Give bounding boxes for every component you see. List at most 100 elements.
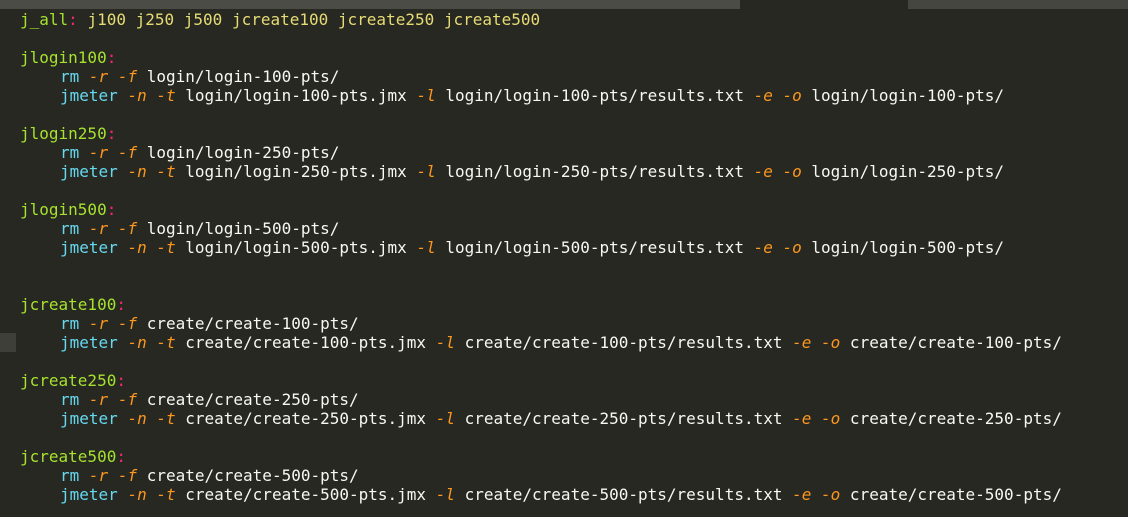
argument-token bbox=[108, 314, 118, 333]
argument-token bbox=[147, 485, 157, 504]
target-colon: : bbox=[116, 447, 126, 466]
code-line[interactable]: jlogin500: bbox=[20, 200, 1062, 219]
code-line[interactable]: jcreate100: bbox=[20, 295, 1062, 314]
code-line[interactable]: rm -r -f login/login-250-pts/ bbox=[20, 143, 1062, 162]
flag-token: -e bbox=[792, 333, 812, 352]
command-token: jmeter bbox=[60, 162, 118, 181]
code-line[interactable]: jmeter -n -t create/create-500-pts.jmx -… bbox=[20, 485, 1062, 504]
flag-token: -t bbox=[156, 86, 176, 105]
flag-token: -n bbox=[127, 409, 147, 428]
code-line[interactable]: jmeter -n -t login/login-100-pts.jmx -l … bbox=[20, 86, 1062, 105]
code-line[interactable]: jlogin250: bbox=[20, 124, 1062, 143]
argument-token: create/create-250-pts/results.txt bbox=[454, 409, 793, 428]
code-line[interactable]: rm -r -f login/login-100-pts/ bbox=[20, 67, 1062, 86]
flag-token: -n bbox=[127, 162, 147, 181]
target-colon: : bbox=[68, 10, 78, 29]
flag-token: -f bbox=[117, 143, 138, 162]
flag-token: -r bbox=[88, 466, 109, 485]
code-line[interactable]: jlogin100: bbox=[20, 48, 1062, 67]
argument-token: create/create-250-pts/ bbox=[840, 409, 1062, 428]
code-line[interactable]: rm -r -f create/create-500-pts/ bbox=[20, 466, 1062, 485]
flag-token: -r bbox=[88, 219, 109, 238]
argument-token: create/create-500-pts/ bbox=[840, 485, 1062, 504]
argument-token bbox=[108, 466, 118, 485]
flag-token: -e bbox=[792, 409, 812, 428]
argument-token bbox=[773, 162, 783, 181]
argument-token bbox=[147, 162, 157, 181]
code-line[interactable]: jmeter -n -t login/login-250-pts.jmx -l … bbox=[20, 162, 1062, 181]
argument-token bbox=[118, 333, 128, 352]
blank-line[interactable] bbox=[20, 428, 1062, 447]
tab-inactive-right[interactable] bbox=[908, 0, 1128, 9]
code-line[interactable]: jmeter -n -t create/create-100-pts.jmx -… bbox=[20, 333, 1062, 352]
make-target: j_all bbox=[20, 10, 69, 29]
blank-line[interactable] bbox=[20, 29, 1062, 48]
argument-token bbox=[118, 409, 128, 428]
code-line[interactable]: jcreate500: bbox=[20, 447, 1062, 466]
argument-token: create/create-100-pts/ bbox=[137, 314, 359, 333]
argument-token: login/login-500-pts/ bbox=[137, 219, 340, 238]
make-target: jcreate250 bbox=[20, 371, 117, 390]
blank-line[interactable] bbox=[20, 276, 1062, 295]
code-line[interactable]: j_all: j100 j250 j500 jcreate100 jcreate… bbox=[20, 10, 1062, 29]
argument-token bbox=[108, 143, 118, 162]
flag-token: -l bbox=[416, 162, 436, 181]
flag-token: -l bbox=[416, 86, 436, 105]
target-colon: : bbox=[106, 200, 117, 219]
command-token: jmeter bbox=[60, 485, 118, 504]
blank-line[interactable] bbox=[20, 352, 1062, 371]
argument-token bbox=[79, 143, 89, 162]
command-token: jmeter bbox=[60, 333, 118, 352]
flag-token: -r bbox=[88, 390, 109, 409]
flag-token: -r bbox=[88, 143, 109, 162]
argument-token bbox=[108, 67, 118, 86]
blank-line[interactable] bbox=[20, 105, 1062, 124]
flag-token: -o bbox=[821, 333, 841, 352]
make-target: jcreate100 bbox=[20, 295, 117, 314]
argument-token: create/create-100-pts/ bbox=[840, 333, 1062, 352]
target-colon: : bbox=[116, 371, 126, 390]
command-token: rm bbox=[60, 466, 80, 485]
code-line[interactable]: rm -r -f create/create-100-pts/ bbox=[20, 314, 1062, 333]
argument-token: login/login-250-pts/ bbox=[801, 162, 1005, 181]
flag-token: -o bbox=[782, 162, 802, 181]
make-target: jlogin250 bbox=[20, 124, 107, 143]
argument-token bbox=[811, 485, 821, 504]
argument-token bbox=[147, 238, 157, 257]
argument-token bbox=[811, 333, 821, 352]
argument-token: login/login-100-pts/results.txt bbox=[435, 86, 754, 105]
tab-active[interactable] bbox=[740, 0, 908, 9]
command-token: rm bbox=[60, 314, 80, 333]
flag-token: -n bbox=[127, 86, 147, 105]
argument-token bbox=[118, 86, 128, 105]
command-token: rm bbox=[60, 67, 80, 86]
code-line[interactable]: jcreate250: bbox=[20, 371, 1062, 390]
command-token: jmeter bbox=[60, 409, 118, 428]
flag-token: -n bbox=[127, 238, 147, 257]
argument-token bbox=[108, 390, 118, 409]
flag-token: -r bbox=[88, 314, 109, 333]
argument-token: create/create-500-pts/ bbox=[137, 466, 359, 485]
flag-token: -f bbox=[117, 466, 138, 485]
tab-inactive[interactable] bbox=[0, 0, 740, 9]
code-line[interactable]: rm -r -f create/create-250-pts/ bbox=[20, 390, 1062, 409]
blank-line[interactable] bbox=[20, 257, 1062, 276]
command-token: rm bbox=[60, 143, 80, 162]
flag-token: -t bbox=[156, 238, 176, 257]
flag-token: -f bbox=[117, 390, 138, 409]
argument-token: create/create-250-pts.jmx bbox=[175, 409, 436, 428]
code-line[interactable]: jmeter -n -t login/login-500-pts.jmx -l … bbox=[20, 238, 1062, 257]
argument-token: create/create-100-pts.jmx bbox=[175, 333, 436, 352]
argument-token: login/login-250-pts/ bbox=[137, 143, 340, 162]
argument-token: login/login-500-pts.jmx bbox=[175, 238, 417, 257]
flag-token: -l bbox=[435, 409, 455, 428]
command-token: jmeter bbox=[60, 238, 118, 257]
argument-token bbox=[118, 162, 128, 181]
blank-line[interactable] bbox=[20, 181, 1062, 200]
argument-token bbox=[118, 238, 128, 257]
code-line[interactable]: jmeter -n -t create/create-250-pts.jmx -… bbox=[20, 409, 1062, 428]
argument-token bbox=[79, 314, 89, 333]
code-line[interactable]: rm -r -f login/login-500-pts/ bbox=[20, 219, 1062, 238]
code-editor[interactable]: j_all: j100 j250 j500 jcreate100 jcreate… bbox=[20, 10, 1062, 504]
argument-token: login/login-100-pts/ bbox=[801, 86, 1005, 105]
